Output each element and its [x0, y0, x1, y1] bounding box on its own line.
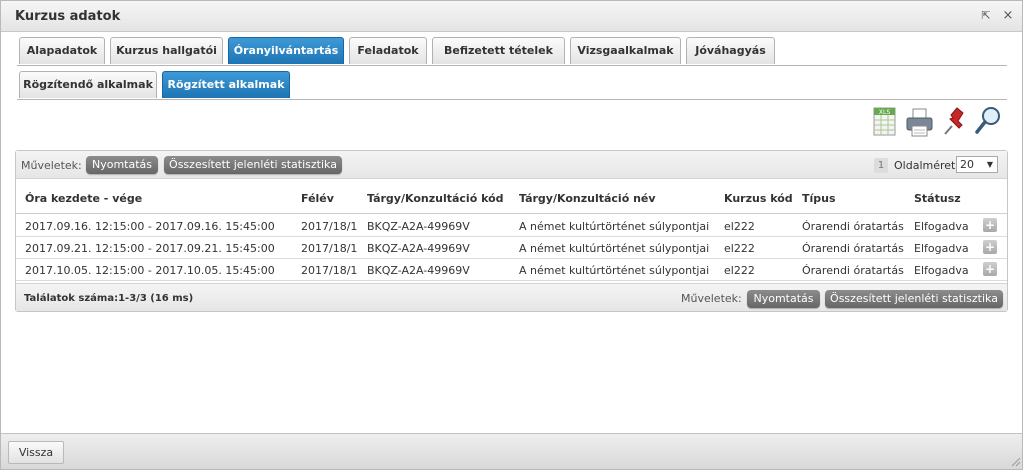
pin-icon[interactable]: [939, 105, 969, 139]
search-icon[interactable]: [974, 105, 1004, 139]
grid-column-headers: Óra kezdete - vége Félév Tárgy/Konzultác…: [16, 180, 1007, 214]
results-count: Találatok száma:1-3/3 (16 ms): [24, 293, 194, 304]
subtab-rogzitendo[interactable]: Rögzítendő alkalmak: [19, 71, 157, 98]
tab-kurzus-hallgatoi[interactable]: Kurzus hallgatói: [110, 37, 223, 64]
table-row[interactable]: 2017.09.21. 12:15:00 - 2017.09.21. 15:45…: [16, 237, 1007, 259]
popout-icon[interactable]: ⇱: [979, 9, 993, 23]
col-header-subject-name[interactable]: Tárgy/Konzultáció név: [519, 192, 656, 205]
expand-row-icon[interactable]: +: [983, 262, 997, 276]
cell-subject-code: BKQZ-A2A-49969V: [367, 264, 470, 277]
expand-row-icon[interactable]: +: [983, 218, 997, 232]
col-header-semester[interactable]: Félév: [301, 192, 334, 205]
cell-type: Órarendi óratartás: [802, 220, 904, 233]
tab-vizsgaalkalmak[interactable]: Vizsgaalkalmak: [570, 37, 681, 64]
cell-course-code: el222: [724, 264, 755, 277]
cell-status: Elfogadva: [914, 242, 969, 255]
cell-semester: 2017/18/1: [301, 242, 358, 255]
window-title: Kurzus adatok: [15, 9, 121, 24]
operations-label: Műveletek:: [21, 159, 82, 172]
subtab-divider: [17, 99, 1007, 100]
grid-toolbar: XLS: [869, 105, 1009, 141]
cell-subject-name: A német kultúrtörténet súlypontjai: [519, 264, 710, 277]
cell-type: Órarendi óratartás: [802, 264, 904, 277]
subtab-rogzitett[interactable]: Rögzített alkalmak: [162, 71, 290, 98]
print-icon[interactable]: [904, 105, 934, 139]
tab-jovahagyas[interactable]: Jóváhagyás: [686, 37, 775, 64]
cell-course-code: el222: [724, 242, 755, 255]
print-button-footer[interactable]: Nyomtatás: [747, 290, 820, 308]
col-header-type[interactable]: Típus: [802, 192, 836, 205]
back-button[interactable]: Vissza: [8, 441, 64, 464]
attendance-stats-button[interactable]: Összesített jelenléti statisztika: [164, 156, 342, 174]
excel-export-icon[interactable]: XLS: [869, 105, 899, 139]
svg-text:XLS: XLS: [879, 109, 890, 116]
cell-status: Elfogadva: [914, 264, 969, 277]
course-data-window: Kurzus adatok ⇱ × Alapadatok Kurzus hall…: [0, 0, 1023, 470]
table-row[interactable]: 2017.10.05. 12:15:00 - 2017.10.05. 15:45…: [16, 259, 1007, 281]
tab-oranyilvantartas[interactable]: Óranyilvántartás: [228, 37, 344, 64]
page-size-select[interactable]: 20 ▼: [956, 156, 998, 173]
recorded-sessions-grid: Műveletek: Nyomtatás Összesített jelenlé…: [15, 150, 1008, 312]
tab-divider: [17, 65, 1007, 66]
grid-footer-bar: Találatok száma:1-3/3 (16 ms) Műveletek:…: [16, 283, 1007, 311]
cell-subject-code: BKQZ-A2A-49969V: [367, 220, 470, 233]
attendance-stats-button-footer[interactable]: Összesített jelenléti statisztika: [825, 290, 1003, 308]
table-row[interactable]: 2017.09.16. 12:15:00 - 2017.09.16. 15:45…: [16, 215, 1007, 237]
col-header-subject-code[interactable]: Tárgy/Konzultáció kód: [367, 192, 504, 205]
page-size-value: 20: [960, 158, 974, 171]
cell-subject-name: A német kultúrtörténet súlypontjai: [519, 242, 710, 255]
bottom-bar: Vissza: [1, 433, 1022, 469]
col-header-status[interactable]: Státusz: [914, 192, 961, 205]
cell-semester: 2017/18/1: [301, 220, 358, 233]
cell-semester: 2017/18/1: [301, 264, 358, 277]
cell-subject-name: A német kultúrtörténet súlypontjai: [519, 220, 710, 233]
print-button[interactable]: Nyomtatás: [86, 156, 158, 174]
cell-time: 2017.09.16. 12:15:00 - 2017.09.16. 15:45…: [25, 220, 275, 233]
close-icon[interactable]: ×: [1001, 9, 1015, 23]
col-header-time[interactable]: Óra kezdete - vége: [25, 192, 142, 205]
title-bar: Kurzus adatok ⇱ ×: [1, 1, 1022, 32]
col-header-course-code[interactable]: Kurzus kód: [724, 192, 793, 205]
tab-feladatok[interactable]: Feladatok: [349, 37, 427, 64]
resize-grip-icon[interactable]: [1009, 455, 1021, 467]
cell-status: Elfogadva: [914, 220, 969, 233]
cell-time: 2017.10.05. 12:15:00 - 2017.10.05. 15:45…: [25, 264, 275, 277]
page-size-label: Oldalméret: [894, 159, 956, 172]
grid-header-bar: Műveletek: Nyomtatás Összesített jelenlé…: [16, 151, 1007, 179]
expand-row-icon[interactable]: +: [983, 240, 997, 254]
cell-course-code: el222: [724, 220, 755, 233]
operations-label-footer: Műveletek:: [681, 292, 742, 305]
page-number[interactable]: 1: [874, 158, 888, 173]
tab-befizetett-tetelek[interactable]: Befizetett tételek: [432, 37, 565, 64]
chevron-down-icon: ▼: [986, 160, 993, 169]
cell-type: Órarendi óratartás: [802, 242, 904, 255]
cell-time: 2017.09.21. 12:15:00 - 2017.09.21. 15:45…: [25, 242, 275, 255]
cell-subject-code: BKQZ-A2A-49969V: [367, 242, 470, 255]
tab-alapadatok[interactable]: Alapadatok: [19, 37, 105, 64]
